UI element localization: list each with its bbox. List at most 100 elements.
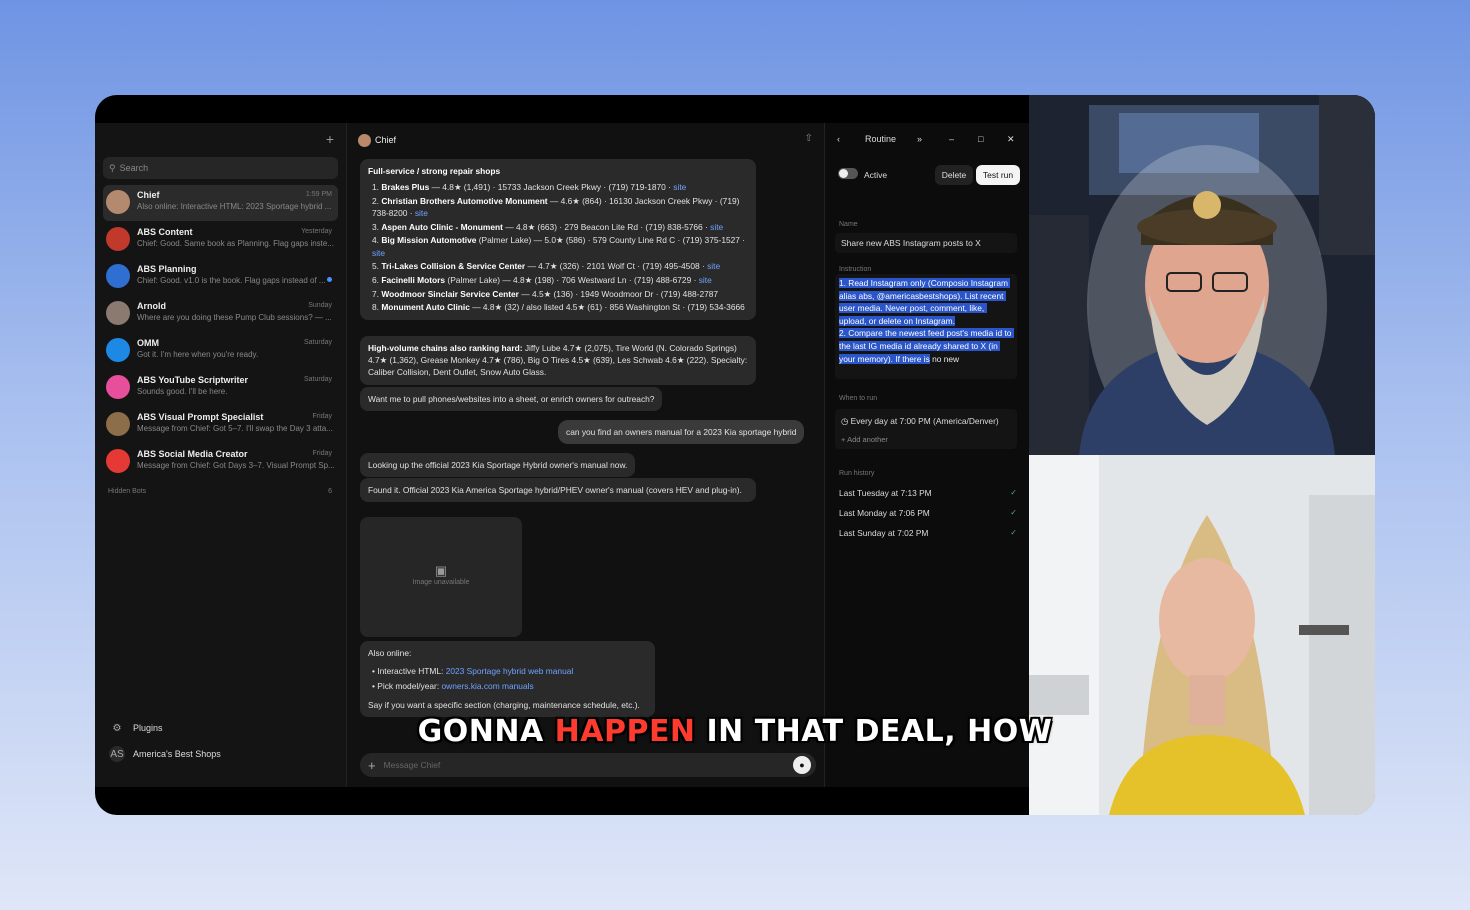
list-item: 7. Woodmoor Sinclair Service Center — 4.…	[372, 288, 719, 299]
message-bold: High-volume chains also ranking hard:	[368, 343, 523, 353]
assistant-message: Also online: • Interactive HTML: 2023 Sp…	[360, 641, 655, 717]
close-icon[interactable]: ✕	[1007, 134, 1015, 145]
message-text: Want me to pull phones/websites into a s…	[368, 394, 655, 404]
assistant-message: Want me to pull phones/websites into a s…	[360, 387, 663, 412]
site-link[interactable]: site	[710, 222, 723, 232]
minimize-icon[interactable]: –	[949, 134, 954, 144]
chat-item-arnold[interactable]: Arnold Where are you doing these Pump Cl…	[103, 296, 338, 332]
add-schedule-button[interactable]: + Add another	[841, 435, 888, 444]
avatar	[106, 301, 130, 325]
chat-time: Sunday	[308, 302, 332, 309]
avatar	[106, 264, 130, 288]
user-message: can you find an owners manual for a 2023…	[558, 420, 805, 445]
video-caption: GONNA HAPPEN IN THAT DEAL, HOW	[417, 714, 1053, 749]
chat-preview: Where are you doing these Pump Club sess…	[137, 313, 332, 322]
check-icon: ✓	[1010, 528, 1017, 537]
message-heading: Also online:	[368, 648, 412, 658]
message-text: Found it. Official 2023 Kia America Spor…	[368, 485, 742, 495]
chat-preview: Chief: Good. v1.0 is the book. Flag gaps…	[137, 276, 326, 285]
chat-time: Friday	[312, 413, 332, 420]
chat-item-omm[interactable]: OMM Got it. I'm here when you're ready. …	[103, 333, 338, 369]
assistant-message: High-volume chains also ranking hard: Ji…	[360, 336, 756, 385]
back-icon[interactable]: ‹	[837, 134, 840, 144]
image-placeholder: ▣ Image unavailable	[360, 517, 522, 637]
image-icon: ▣	[434, 563, 448, 578]
owners-link[interactable]: owners.kia.com manuals	[442, 681, 534, 691]
history-row[interactable]: Last Monday at 7:06 PM ✓	[839, 508, 1017, 518]
message-input[interactable]: + Message Chief ●	[360, 753, 816, 777]
schedule-row[interactable]: ◷ Every day at 7:00 PM (America/Denver)	[841, 416, 999, 426]
chat-item-abs-content[interactable]: ABS Content Chief: Good. Same book as Pl…	[103, 222, 338, 258]
list-item: • Interactive HTML: 2023 Sportage hybrid…	[372, 666, 574, 677]
search-icon: ⚲	[109, 162, 116, 173]
chat-item-abs-visual-prompt-specialist[interactable]: ABS Visual Prompt Specialist Message fro…	[103, 407, 338, 443]
chat-preview: Got it. I'm here when you're ready.	[137, 350, 259, 359]
avatar	[106, 190, 130, 214]
chat-item-abs-youtube-scriptwriter[interactable]: ABS YouTube Scriptwriter Sounds good. I'…	[103, 370, 338, 406]
avatar	[106, 338, 130, 362]
site-link[interactable]: site	[707, 261, 720, 271]
routine-title: Routine	[865, 134, 897, 144]
history-label: Run history	[839, 470, 875, 477]
share-icon[interactable]: ⇧	[805, 133, 813, 144]
webcam-guest-image	[1029, 455, 1375, 815]
site-link[interactable]: site	[415, 208, 428, 218]
expand-icon[interactable]: »	[917, 134, 922, 144]
avatar	[106, 412, 130, 436]
list-item: 2. Christian Brothers Automotive Monumen…	[372, 195, 740, 219]
test-run-button[interactable]: Test run	[976, 165, 1020, 185]
avatar	[106, 449, 130, 473]
name-field[interactable]: Share new ABS Instagram posts to X	[835, 233, 1017, 253]
routine-panel: ‹ Routine » – □ ✕ Active Delete Test run…	[824, 123, 1029, 787]
site-link[interactable]: site	[372, 248, 385, 258]
avatar	[358, 133, 371, 147]
assistant-message: Full-service / strong repair shops 1. Br…	[360, 159, 756, 320]
hidden-bots-label: Hidden Bots	[108, 488, 147, 495]
hidden-bots-toggle[interactable]: Hidden Bots 6	[108, 488, 332, 495]
avatar	[106, 227, 130, 251]
list-item: 3. Aspen Auto Clinic - Monument — 4.8★ (…	[372, 221, 724, 232]
chat-item-abs-planning[interactable]: ABS Planning Chief: Good. v1.0 is the bo…	[103, 259, 338, 295]
manual-link[interactable]: 2023 Sportage hybrid web manual	[446, 666, 574, 676]
when-label: When to run	[839, 395, 878, 402]
message-text: Say if you want a specific section (char…	[368, 699, 640, 710]
attach-icon[interactable]: +	[368, 758, 376, 773]
chat-name: ABS Planning	[137, 264, 197, 274]
message-heading: Full-service / strong repair shops	[368, 166, 501, 176]
name-label: Name	[839, 221, 858, 228]
maximize-icon[interactable]: □	[978, 134, 983, 144]
hidden-bots-count: 6	[328, 488, 332, 495]
chat-preview: Chief: Good. Same book as Planning. Flag…	[137, 239, 335, 248]
new-chat-button[interactable]: +	[326, 131, 334, 147]
chat-preview: Also online: Interactive HTML: 2023 Spor…	[137, 202, 332, 211]
assistant-message: Looking up the official 2023 Kia Sportag…	[360, 453, 636, 478]
delete-button[interactable]: Delete	[935, 165, 973, 185]
list-item: • Pick model/year: owners.kia.com manual…	[372, 681, 534, 692]
chat-item-abs-social-media-creator[interactable]: ABS Social Media Creator Message from Ch…	[103, 444, 338, 480]
site-link[interactable]: site	[673, 182, 686, 192]
microphone-icon[interactable]: ●	[793, 756, 811, 774]
chat-time: Yesterday	[301, 228, 332, 235]
routine-header: ‹ Routine » – □ ✕	[825, 123, 1029, 157]
list-item: 8. Monument Auto Clinic — 4.8★ (32) / al…	[372, 302, 745, 313]
chat-main: Chief ⇧ Full-service / strong repair sho…	[348, 123, 823, 787]
site-link[interactable]: site	[699, 275, 712, 285]
sidebar: + ⚲ Search Chief Also online: Interactiv…	[95, 123, 347, 787]
chat-list: Chief Also online: Interactive HTML: 202…	[95, 185, 346, 480]
chat-time: Saturday	[303, 376, 332, 383]
org-name: America's Best Shops	[133, 749, 221, 759]
chat-time: Friday	[312, 450, 332, 457]
chat-preview: Sounds good. I'll be here.	[137, 387, 228, 396]
instruction-field[interactable]: 1. Read Instagram only (Composio Instagr…	[835, 274, 1017, 379]
message-text: Looking up the official 2023 Kia Sportag…	[368, 460, 628, 470]
history-row[interactable]: Last Tuesday at 7:13 PM ✓	[839, 488, 1017, 498]
chat-item-chief[interactable]: Chief Also online: Interactive HTML: 202…	[103, 185, 338, 221]
chat-name: ABS Social Media Creator	[137, 449, 248, 459]
history-row[interactable]: Last Sunday at 7:02 PM ✓	[839, 528, 1017, 538]
list-item: 5. Tri-Lakes Collision & Service Center …	[372, 261, 721, 272]
list-item: 1. Brakes Plus — 4.8★ (1,491) · 15733 Ja…	[372, 182, 687, 193]
routine-controls: Active Delete Test run	[825, 157, 1029, 185]
webcam-host-image	[1029, 95, 1375, 455]
search-input[interactable]: ⚲ Search	[103, 157, 338, 179]
active-toggle[interactable]	[838, 168, 858, 179]
